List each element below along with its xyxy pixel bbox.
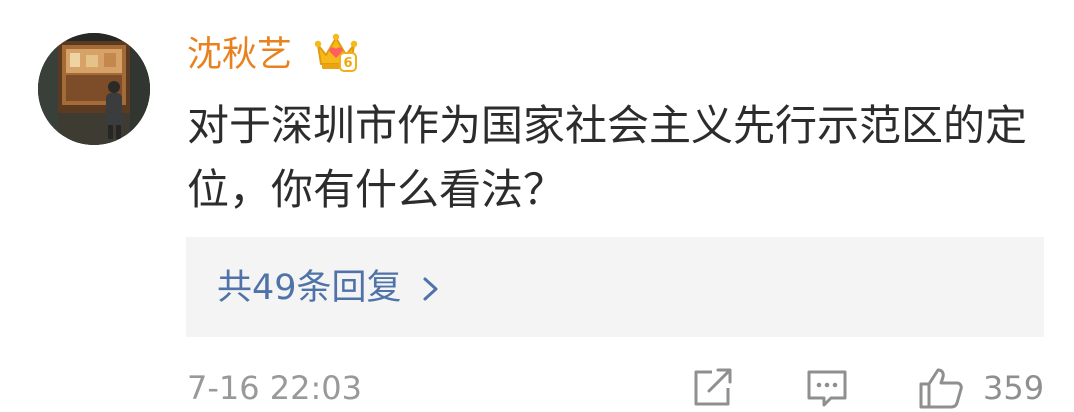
- replies-panel[interactable]: 共49条回复: [186, 237, 1044, 337]
- reply-button[interactable]: [804, 366, 850, 410]
- view-replies-link[interactable]: 共49条回复: [217, 265, 442, 311]
- share-edit-icon: [694, 368, 732, 406]
- thumbs-up-icon: [919, 368, 963, 409]
- avatar-photo: [38, 33, 150, 145]
- comment-icon: [807, 370, 847, 407]
- comment-text: 对于深圳市作为国家社会主义先行示范区的定位，你有什么看法？: [187, 101, 1028, 214]
- crown-icon[interactable]: 6: [313, 31, 359, 75]
- like-count: 359: [983, 369, 1045, 407]
- share-button[interactable]: [690, 366, 736, 410]
- vip-level-text: 6: [343, 56, 352, 71]
- replies-label: 共49条回复: [217, 268, 402, 308]
- comment-timestamp: 7-16 22:03: [187, 369, 363, 407]
- username[interactable]: 沈秋艺: [187, 32, 292, 78]
- like-button[interactable]: 359: [917, 366, 1044, 410]
- chevron-right-icon: [423, 277, 438, 301]
- avatar[interactable]: [38, 33, 150, 145]
